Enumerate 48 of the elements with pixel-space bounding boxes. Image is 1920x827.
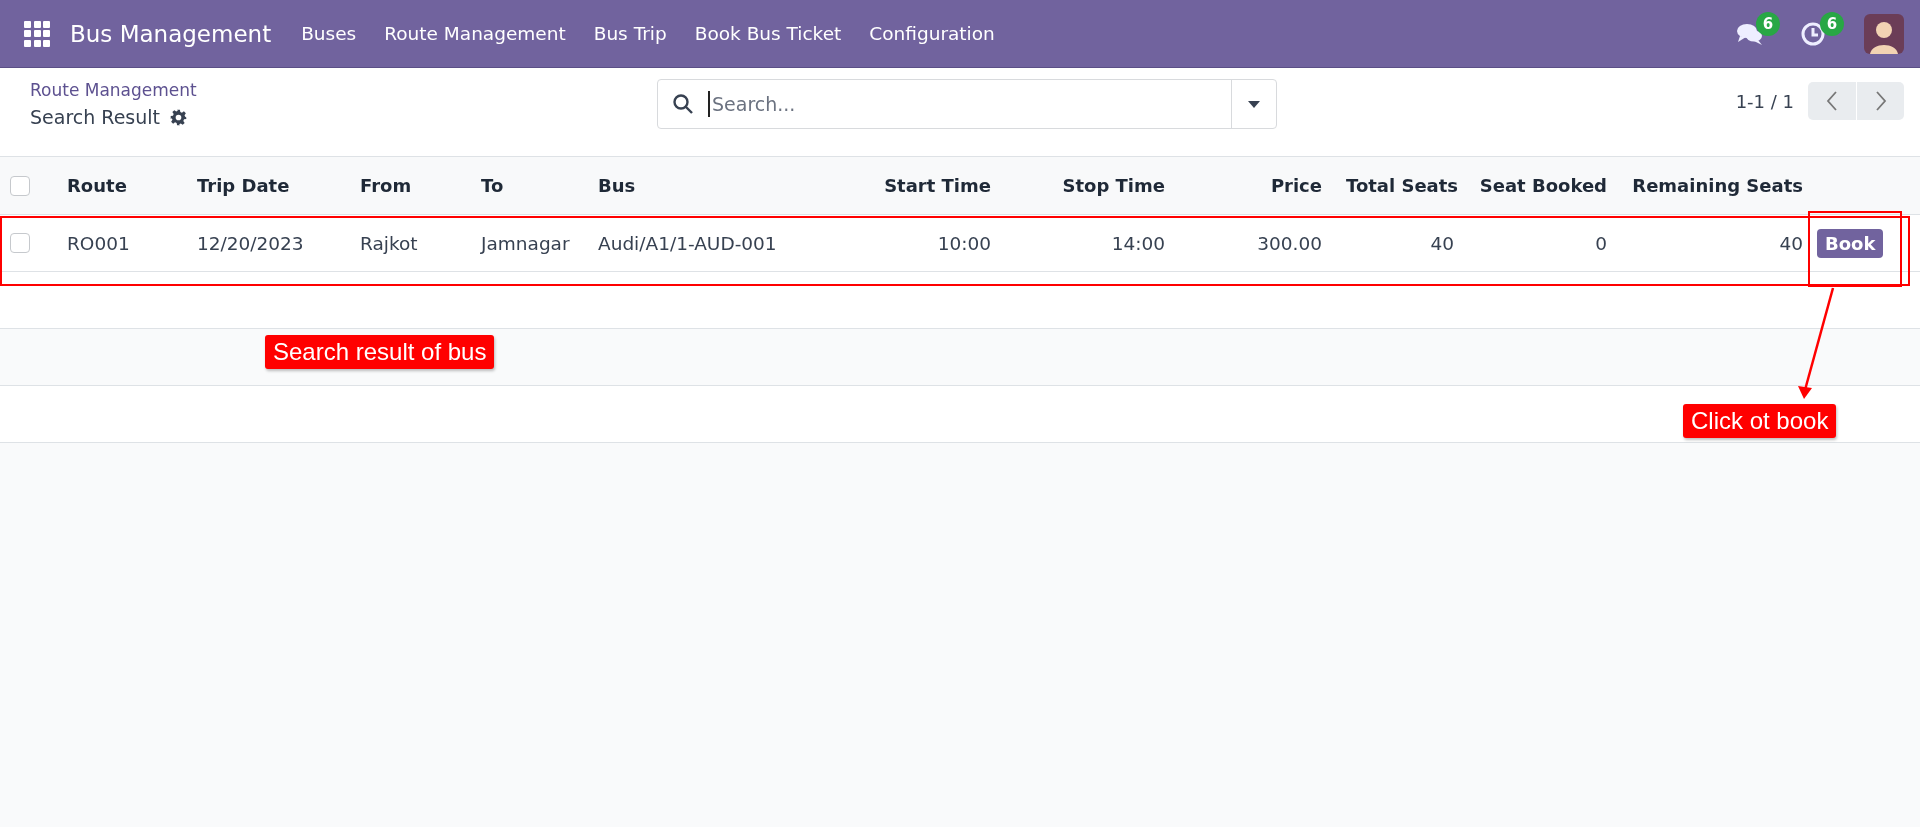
- table-cell: 12/20/2023: [185, 214, 348, 272]
- column-header[interactable]: Bus: [586, 157, 860, 215]
- column-header[interactable]: Seat Booked: [1466, 157, 1619, 215]
- column-header[interactable]: Trip Date: [185, 157, 348, 215]
- app-name[interactable]: Bus Management: [70, 20, 272, 47]
- settings-icon[interactable]: [170, 108, 188, 126]
- caret-icon: [1248, 100, 1260, 108]
- table-cell: Audi/A1/1-AUD-001: [586, 214, 860, 272]
- clock-icon[interactable]: [1800, 20, 1826, 47]
- chevron-left-icon: [1826, 91, 1838, 111]
- menu-item[interactable]: Book Bus Ticket: [694, 23, 842, 44]
- notification-badge: 6: [1756, 11, 1780, 36]
- breadcrumb-link[interactable]: Route Management: [30, 80, 197, 100]
- notification-badge: 6: [1820, 11, 1844, 36]
- app-menu-icon[interactable]: [24, 20, 50, 47]
- table-cell: 300.00: [1177, 214, 1334, 272]
- pager-value: 1-1 / 1: [1735, 90, 1794, 112]
- table-cell: Rajkot: [348, 214, 469, 272]
- callout-label: Click ot book: [1683, 404, 1837, 438]
- avatar-icon[interactable]: [1864, 13, 1904, 54]
- table-cell: 10:00: [860, 214, 1003, 272]
- column-header[interactable]: From: [348, 157, 469, 215]
- table-cell: 40: [1334, 214, 1466, 272]
- table-cell: 14:00: [1003, 214, 1177, 272]
- column-header[interactable]: Start Time: [860, 157, 1003, 215]
- chevron-right-icon: [1874, 91, 1887, 111]
- column-header[interactable]: Route: [55, 157, 185, 215]
- table-cell: Jamnagar: [469, 214, 586, 272]
- search-field[interactable]: Search...: [708, 91, 1231, 117]
- table-cell: 0: [1466, 214, 1619, 272]
- column-header[interactable]: To: [469, 157, 586, 215]
- book-button[interactable]: Book: [1817, 228, 1884, 258]
- search-bar[interactable]: Search...: [657, 79, 1277, 129]
- view-title: Search Result: [30, 106, 161, 128]
- table-cell: 40: [1619, 214, 1815, 272]
- menu-item[interactable]: Bus Trip: [593, 23, 667, 44]
- menu-item[interactable]: Buses: [301, 23, 357, 44]
- row-checkbox[interactable]: [10, 233, 30, 253]
- search-icon: [672, 93, 694, 115]
- menu-item[interactable]: Configuration: [869, 23, 995, 44]
- column-header[interactable]: Total Seats: [1334, 157, 1466, 215]
- table-cell: RO001: [55, 214, 185, 272]
- column-header[interactable]: Price: [1177, 157, 1334, 215]
- column-header[interactable]: Stop Time: [1003, 157, 1177, 215]
- select-all-checkbox[interactable]: [10, 175, 30, 196]
- menu-item[interactable]: Route Management: [384, 23, 566, 44]
- callout-label: Search result of bus: [265, 335, 495, 369]
- column-header[interactable]: Remaining Seats: [1619, 157, 1815, 215]
